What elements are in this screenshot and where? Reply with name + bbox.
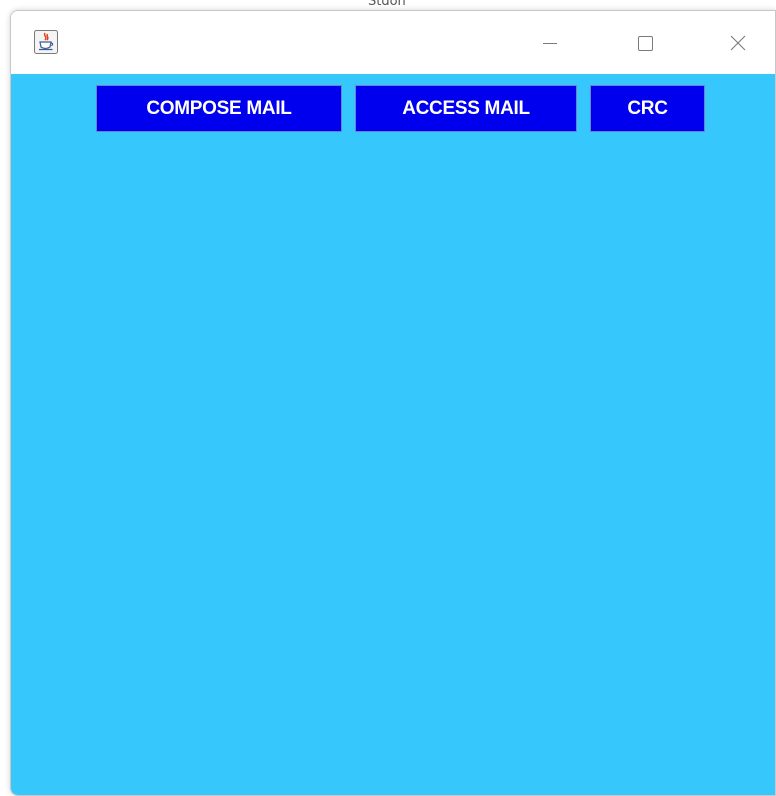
compose-mail-button[interactable]: COMPOSE MAIL xyxy=(96,85,342,132)
minimize-button[interactable] xyxy=(530,25,570,61)
close-icon xyxy=(730,35,746,51)
maximize-button[interactable] xyxy=(625,25,665,61)
java-coffee-cup-icon[interactable] xyxy=(34,30,58,54)
minimize-icon xyxy=(543,43,557,44)
maximize-icon xyxy=(638,36,653,51)
background-window-title: Stdon xyxy=(368,0,406,9)
crc-button[interactable]: CRC xyxy=(590,85,705,132)
main-panel: COMPOSE MAIL ACCESS MAIL CRC xyxy=(11,74,775,795)
close-button[interactable] xyxy=(718,25,758,61)
screen: Stdon COMPOSE MAIL ACCESS MAIL CRC xyxy=(0,0,776,796)
app-window: COMPOSE MAIL ACCESS MAIL CRC xyxy=(10,10,776,796)
access-mail-button[interactable]: ACCESS MAIL xyxy=(355,85,577,132)
title-bar[interactable] xyxy=(11,11,775,74)
